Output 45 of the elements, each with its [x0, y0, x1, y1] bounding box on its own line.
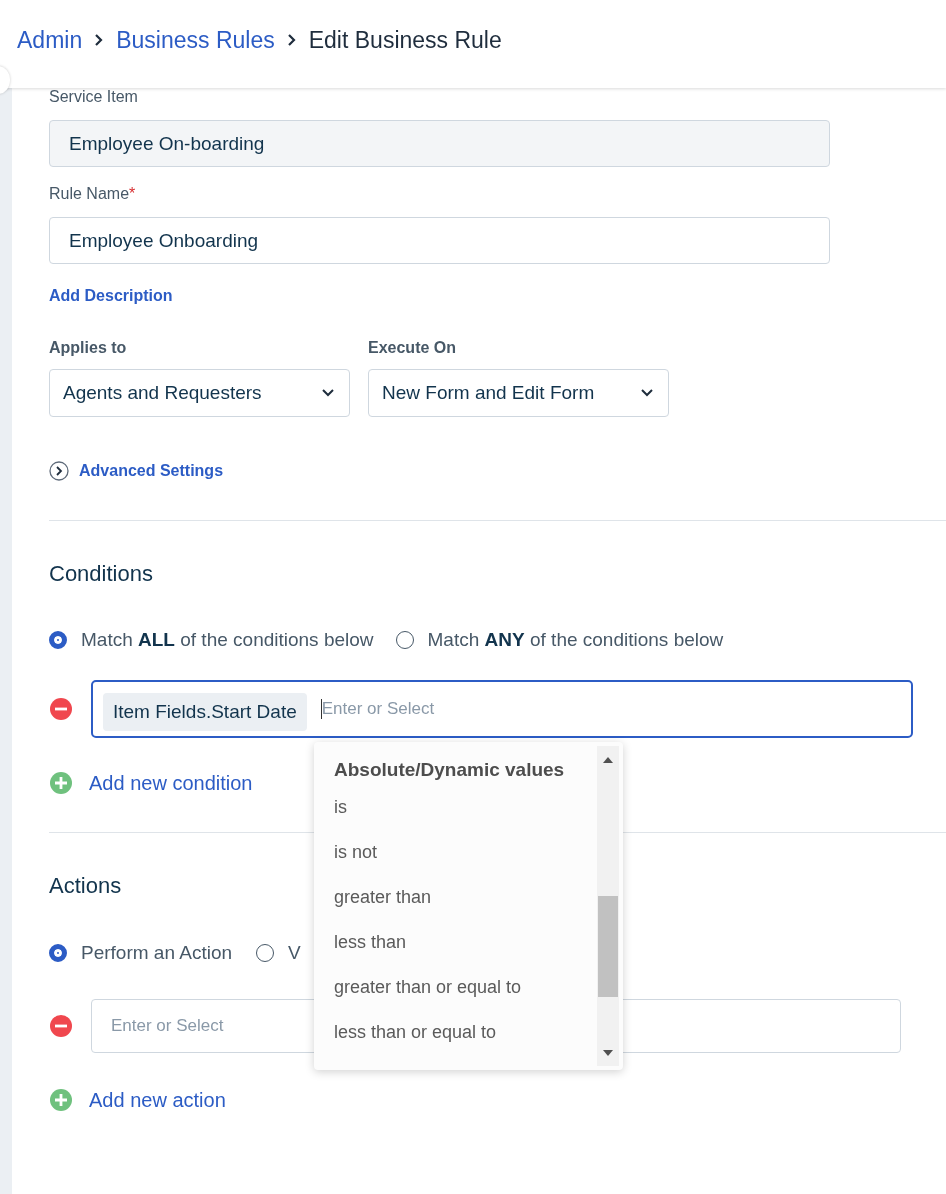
add-condition-link[interactable]: Add new condition — [89, 771, 253, 795]
field-label: Applies to — [49, 339, 128, 358]
scroll-up-icon[interactable] — [603, 757, 613, 763]
radio-label: V — [288, 942, 301, 964]
chevron-right-icon — [94, 33, 105, 47]
expand-circle-icon[interactable] — [49, 461, 69, 481]
section-title: Conditions — [49, 561, 153, 587]
select-dropdown[interactable]: New Form and Edit Form — [368, 369, 669, 417]
chevron-down-icon — [321, 388, 335, 398]
remove-icon[interactable] — [49, 697, 73, 721]
field-label: Rule Name* — [49, 185, 137, 204]
dropdown-option[interactable]: greater than or equal to — [334, 965, 597, 1010]
radio-button[interactable] — [49, 631, 67, 649]
field-label: Service Item — [49, 88, 139, 107]
radio-button[interactable] — [49, 944, 67, 962]
breadcrumb-link[interactable]: Business Rules — [116, 26, 275, 54]
dropdown-option[interactable]: greater than — [334, 875, 597, 920]
scroll-down-icon[interactable] — [603, 1050, 613, 1056]
condition-field[interactable]: Item Fields.Start Date Enter or Select — [91, 680, 913, 738]
field-label: Execute On — [368, 339, 458, 358]
radio-label: Perform an Action — [81, 942, 233, 964]
radio-label: Match ALL of the conditions below — [81, 629, 374, 651]
rule-name-field[interactable]: Employee Onboarding — [49, 217, 830, 264]
scrollbar[interactable] — [597, 746, 619, 1066]
advanced-settings-link[interactable]: Advanced Settings — [79, 462, 224, 480]
section-title: Actions — [49, 873, 122, 899]
dropdown-option[interactable]: is not — [334, 830, 597, 875]
dropdown-option[interactable]: less than or equal to — [334, 1010, 597, 1055]
field-tag: Item Fields.Start Date — [103, 693, 307, 731]
select-dropdown[interactable]: Agents and Requesters — [49, 369, 350, 417]
breadcrumb-link[interactable]: Admin — [17, 26, 83, 54]
add-action-link[interactable]: Add new action — [89, 1088, 226, 1112]
breadcrumb-current: Edit Business Rule — [308, 26, 502, 54]
required-mark: * — [129, 185, 136, 202]
add-description-link[interactable]: Add Description — [49, 287, 173, 305]
dropdown-option[interactable]: is — [334, 785, 597, 830]
remove-icon[interactable] — [49, 1014, 73, 1038]
scrollbar-thumb[interactable] — [598, 896, 618, 997]
chevron-right-icon — [286, 33, 297, 47]
radio-label: Match ANY of the conditions below — [427, 629, 724, 651]
dropdown-option[interactable]: less than — [334, 920, 597, 965]
placeholder-text: Enter or Select — [321, 699, 435, 719]
chevron-down-icon — [640, 388, 654, 398]
placeholder-text: Enter or Select — [111, 1016, 224, 1036]
option-group-header: Absolute/Dynamic values — [334, 759, 566, 782]
